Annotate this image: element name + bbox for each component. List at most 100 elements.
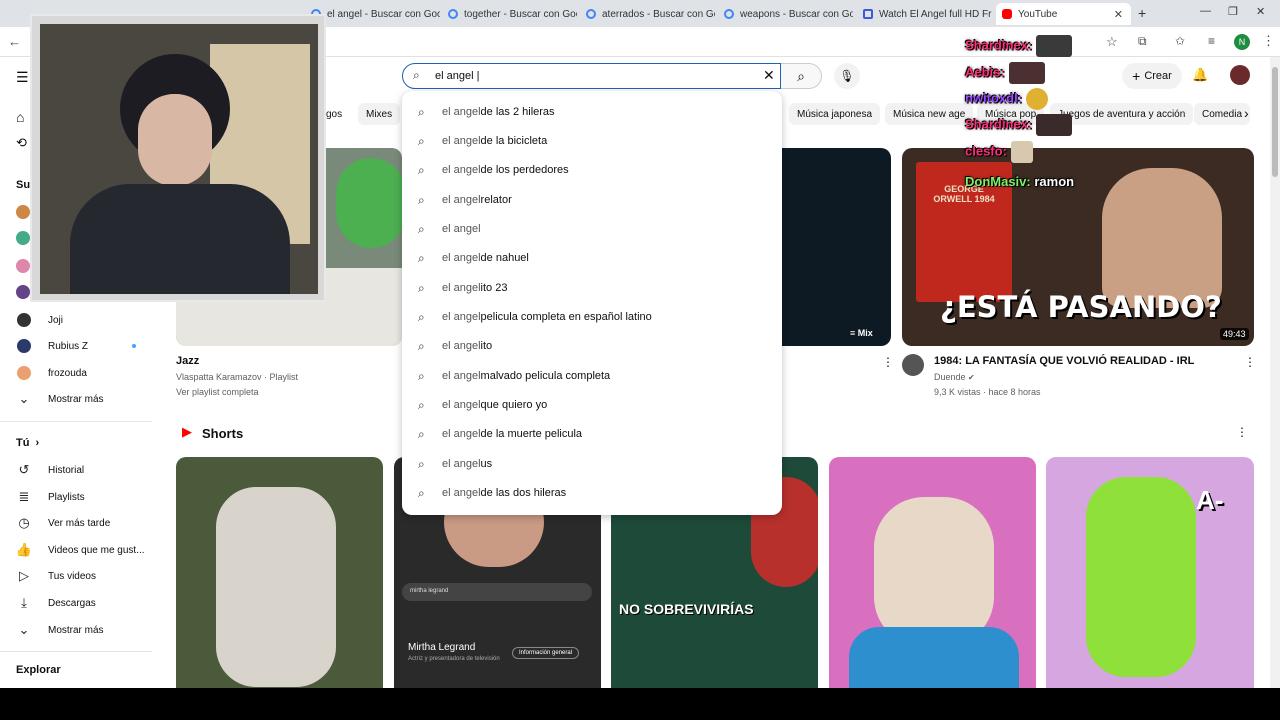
mic-icon[interactable]: 🎙	[834, 63, 860, 89]
minimize-icon[interactable]: —	[1200, 5, 1211, 17]
suggestion-item[interactable]: ⌕ el angel malvado pelicula completa	[418, 367, 610, 385]
home-icon[interactable]: ⌂	[16, 109, 24, 125]
create-button[interactable]: + Crear	[1122, 63, 1182, 89]
search-icon: ⌕	[418, 104, 425, 119]
hamburger-icon[interactable]: ☰	[16, 69, 29, 86]
sidebar-item-liked-videos[interactable]: 👍 Videos que me gust...	[16, 540, 145, 560]
subscriptions-heading: Su	[16, 179, 31, 191]
short-thumbnail[interactable]	[829, 457, 1036, 688]
sidebar-item-descargas[interactable]: ⤓ Descargas	[16, 593, 96, 613]
short-thumbnail[interactable]	[176, 457, 383, 688]
suggestion-item[interactable]: ⌕ el angel ito	[418, 337, 492, 355]
window-close-icon[interactable]: ✕	[1256, 5, 1265, 18]
notifications-icon[interactable]: 🔔	[1192, 67, 1208, 83]
close-icon[interactable]: ✕	[1114, 8, 1123, 21]
suggestion-item[interactable]: ⌕ el angel de las 2 hileras	[418, 103, 555, 121]
search-icon: ⌕	[418, 309, 425, 324]
avatar[interactable]	[1230, 65, 1250, 85]
sidebar-sub-rubius[interactable]: Rubius Z	[16, 336, 136, 356]
sidebar-sub-frozouda[interactable]: frozouda	[16, 363, 87, 383]
extensions-icon[interactable]: ⧉	[1138, 34, 1147, 49]
suggestion-item[interactable]: ⌕ el angel de la bicicleta	[418, 132, 547, 150]
suggestion-item[interactable]: ⌕ el angel de nahuel	[418, 249, 529, 267]
sidebar-item-historial[interactable]: ↺ Historial	[16, 460, 85, 480]
shirt-figure	[849, 627, 1019, 688]
new-content-dot	[132, 344, 136, 348]
video-thumbnail-1984[interactable]: GEORGE ORWELL 1984 ¿ESTÁ PASANDO? 49:43	[902, 148, 1254, 346]
search-icon: ⌕	[418, 221, 425, 236]
emote-image	[1036, 35, 1073, 57]
channel-avatar[interactable]	[16, 259, 30, 273]
chip-mixes[interactable]: Mixes	[358, 103, 401, 125]
video-title[interactable]: 1984: LA FANTASÍA QUE VOLVIÓ REALIDAD - …	[934, 355, 1194, 367]
sidebar-item-playlists[interactable]: ≣ Playlists	[16, 487, 85, 507]
chat-message: clesfo:	[965, 141, 1033, 163]
sidebar-item-tus-videos[interactable]: ▷ Tus videos	[16, 566, 96, 586]
back-icon[interactable]: ←	[8, 34, 21, 49]
chip-comedia[interactable]: Comedia	[1194, 103, 1251, 125]
video-title[interactable]: Jazz	[176, 355, 199, 367]
bottom-letterbox	[0, 688, 1280, 720]
search-icon: ⌕	[418, 368, 425, 383]
video-channel[interactable]: Vlaspatta Karamazov · Playlist	[176, 372, 298, 382]
search-icon: ⌕	[418, 250, 425, 265]
sidebar-item-show-more[interactable]: ⌄ Mostrar más	[16, 620, 104, 640]
tab-aterrados[interactable]: aterrados - Buscar con Goo✕	[580, 3, 715, 25]
view-full-playlist-link[interactable]: Ver playlist completa	[176, 387, 259, 397]
shorts-nav-icon[interactable]: ⟲	[16, 135, 27, 151]
sidebar-item-ver-mas-tarde[interactable]: ◷ Ver más tarde	[16, 513, 110, 533]
more-options-icon[interactable]: ⋮	[1236, 425, 1248, 439]
menu-icon[interactable]: ⋮	[1262, 33, 1275, 49]
tab-youtube[interactable]: YouTube ✕	[996, 3, 1131, 25]
short-thumbnail[interactable]: A-	[1046, 457, 1254, 688]
emote-image	[1036, 114, 1073, 136]
maximize-icon[interactable]: ❐	[1228, 5, 1238, 18]
tab-together[interactable]: together - Buscar con Goo✕	[442, 3, 577, 25]
channel-avatar[interactable]	[16, 285, 30, 299]
favorites-icon[interactable]: ✩	[1175, 34, 1185, 48]
search-button[interactable]: ⌕	[781, 63, 822, 89]
bookmark-star-icon[interactable]: ☆	[1106, 34, 1118, 50]
suggestion-item[interactable]: ⌕ el angel relator	[418, 191, 512, 209]
sidebar-sub-joji[interactable]: Joji	[16, 310, 63, 330]
suggestion-item[interactable]: ⌕ el angel us	[418, 455, 492, 473]
shorts-heading: Shorts	[202, 426, 244, 441]
shirt	[70, 184, 290, 294]
suggestion-item[interactable]: ⌕ el angel pelicula completa en español l…	[418, 308, 652, 326]
more-options-icon[interactable]: ⋮	[882, 355, 894, 369]
clear-search-icon[interactable]: ✕	[763, 67, 775, 84]
suggestion-item[interactable]: ⌕ el angel de los perdedores	[418, 161, 569, 179]
tab-watch-el-angel[interactable]: Watch El Angel full HD Fr✕	[857, 3, 992, 25]
search-input[interactable]: ⌕ el angel | ✕	[402, 63, 781, 89]
scrollbar[interactable]	[1270, 57, 1280, 688]
suggestion-item[interactable]: ⌕ el angel	[418, 220, 481, 238]
suggestion-item[interactable]: ⌕ el angel que quiero yo	[418, 396, 547, 414]
divider	[0, 421, 152, 422]
search-icon: ⌕	[418, 133, 425, 148]
close-icon[interactable]: ✕	[991, 8, 992, 21]
skull-figure	[874, 497, 994, 647]
channel-avatar[interactable]	[16, 231, 30, 245]
channel-avatar[interactable]	[16, 205, 30, 219]
sidebar-show-more-subs[interactable]: ⌄ Mostrar más	[16, 389, 104, 409]
suggestion-item[interactable]: ⌕ el angel ito 23	[418, 279, 507, 297]
chip-musica-new-age[interactable]: Música new age	[885, 103, 974, 125]
chip-musica-japonesa[interactable]: Música japonesa	[789, 103, 881, 125]
tab-weapons[interactable]: weapons - Buscar con Goo✕	[718, 3, 853, 25]
suggestion-item[interactable]: ⌕ el angel de las dos hileras	[418, 484, 566, 502]
scrollbar-thumb[interactable]	[1272, 67, 1278, 177]
channel-avatar[interactable]	[902, 354, 924, 376]
new-tab-icon[interactable]: +	[1138, 5, 1146, 21]
more-options-icon[interactable]: ⋮	[1244, 355, 1256, 369]
reading-list-icon[interactable]: ≡	[1208, 34, 1215, 48]
sidebar-you-heading[interactable]: Tú ›	[16, 433, 39, 453]
suggestion-item[interactable]: ⌕ el angel de la muerte pelicula	[418, 425, 582, 443]
search-icon: ⌕	[418, 162, 425, 177]
webcam-feed	[40, 24, 318, 294]
chevron-down-icon: ⌄	[18, 391, 30, 406]
profile-avatar[interactable]: N	[1234, 34, 1250, 50]
video-channel[interactable]: Duende ✔	[934, 372, 975, 382]
chevron-right-icon[interactable]: ›	[1244, 105, 1249, 121]
search-icon: ⌕	[418, 426, 425, 441]
sidebar-explore-heading: Explorar	[16, 664, 61, 676]
